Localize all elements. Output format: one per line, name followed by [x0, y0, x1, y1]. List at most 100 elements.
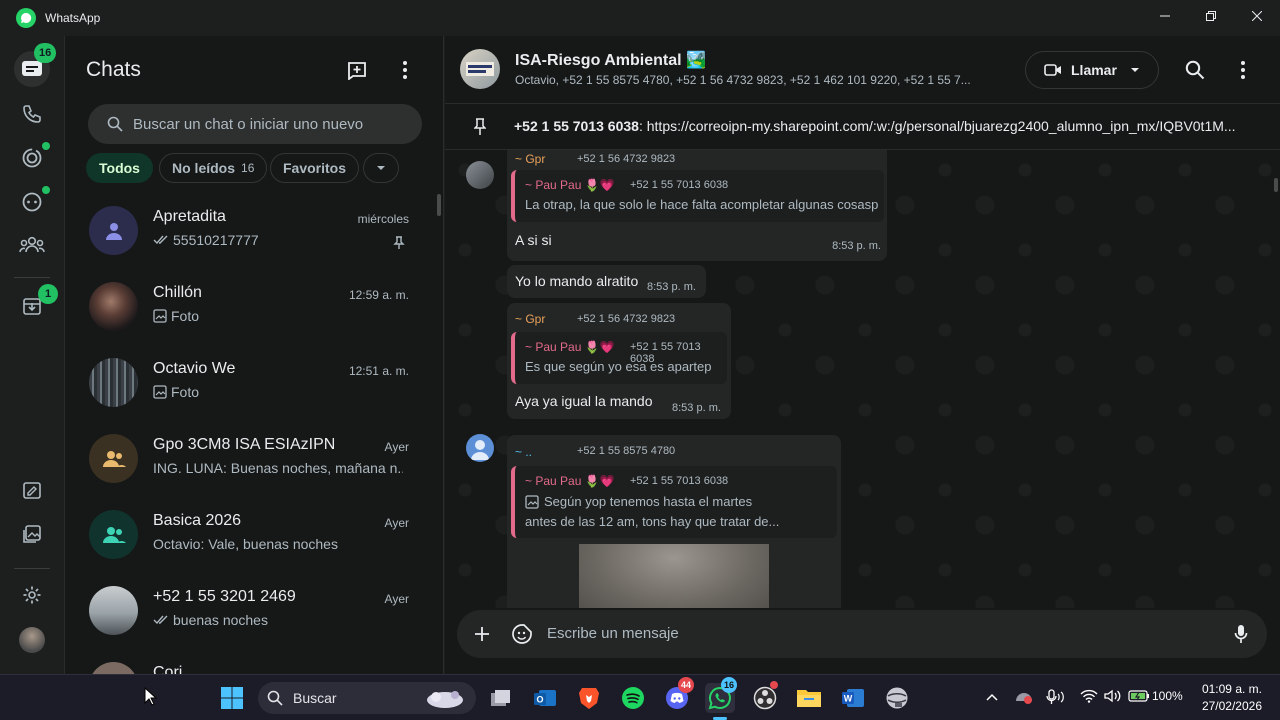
chat-item-phone-contact[interactable]: +52 1 55 3201 2469 Ayer buenas noches: [65, 572, 443, 648]
voice-message-button[interactable]: [1223, 616, 1259, 652]
filter-more-button[interactable]: [363, 153, 399, 183]
wifi-icon[interactable]: [1080, 689, 1098, 703]
spotify-taskbar-button[interactable]: [618, 683, 648, 713]
discord-taskbar-button[interactable]: 44: [662, 677, 695, 713]
battery-charging-icon[interactable]: [1128, 690, 1150, 702]
chat-preview-text: ING. LUNA: Buenas noches, mañana n...: [153, 460, 403, 476]
quoted-text: La otrap, la que solo le hace falta acom…: [525, 197, 879, 212]
call-label: Llamar: [1071, 62, 1117, 78]
chat-preview-text: Octavio: Vale, buenas noches: [153, 536, 338, 552]
calls-nav-button[interactable]: [14, 96, 50, 132]
clock-time: 01:09 a. m.: [1201, 682, 1262, 696]
chat-item-basica-2026[interactable]: Basica 2026 Ayer Octavio: Vale, buenas n…: [65, 496, 443, 572]
obs-icon: [753, 686, 777, 710]
obs-recording-dot: [770, 681, 778, 689]
search-chat-button[interactable]: [1177, 52, 1213, 88]
group-avatar: [460, 49, 500, 89]
message-bubble[interactable]: ~ .. +52 1 55 8575 4780 ~ Pau Pau 🌷💗 +52…: [507, 435, 841, 608]
new-chat-button[interactable]: [339, 52, 375, 88]
taskbar-clock[interactable]: 01:09 a. m. 27/02/2026: [1202, 681, 1262, 715]
filter-favorites[interactable]: Favoritos: [270, 153, 360, 183]
chat-list-scrollbar[interactable]: [437, 194, 441, 216]
channels-icon: [22, 192, 42, 212]
message-bubble[interactable]: ~ Gpr +52 1 56 4732 9823 ~ Pau Pau 🌷💗 +5…: [507, 150, 887, 261]
whatsapp-logo-icon: [16, 8, 36, 28]
whatsapp-taskbar-button[interactable]: 16: [705, 677, 738, 713]
status-nav-button[interactable]: [14, 140, 50, 176]
task-view-button[interactable]: [486, 683, 516, 713]
chat-name: Chillón: [153, 284, 202, 301]
menu-button[interactable]: [387, 52, 423, 88]
chat-preview-text: buenas noches: [173, 612, 268, 628]
app-title: WhatsApp: [45, 11, 101, 25]
call-button[interactable]: Llamar: [1025, 51, 1159, 89]
chats-unread-badge: 16: [34, 43, 57, 63]
conversation-menu-button[interactable]: [1225, 52, 1261, 88]
communities-nav-button[interactable]: [14, 227, 50, 263]
search-highlight-icon: [427, 691, 463, 708]
chat-name: +52 1 55 3201 2469: [153, 588, 296, 605]
filter-unread-label: No leídos: [172, 160, 236, 176]
profile-button[interactable]: [14, 622, 50, 658]
outlook-taskbar-button[interactable]: O: [530, 683, 560, 713]
word-taskbar-button[interactable]: W: [838, 683, 868, 713]
message-bubble[interactable]: ~ Gpr +52 1 56 4732 9823 ~ Pau Pau 🌷💗 +5…: [507, 303, 731, 419]
tray-app-icon[interactable]: [1014, 689, 1034, 705]
quoted-message[interactable]: ~ Pau Pau 🌷💗 +52 1 55 7013 6038 Según yo…: [511, 466, 837, 538]
close-button[interactable]: [1234, 0, 1280, 32]
search-icon: [267, 690, 283, 706]
file-explorer-taskbar-button[interactable]: [794, 683, 824, 713]
message-sender: ~ ..: [515, 445, 533, 459]
taskbar-search[interactable]: Buscar: [258, 682, 476, 714]
quoted-message[interactable]: ~ Pau Pau 🌷💗 +52 1 55 7013 6038 Es que s…: [511, 332, 727, 384]
chevron-up-icon[interactable]: [986, 693, 998, 701]
attach-button[interactable]: [464, 616, 500, 652]
chat-item-chillon[interactable]: Chillón 12:59 a. m. Foto: [65, 268, 443, 344]
chat-item-octavio[interactable]: Octavio We 12:51 a. m. Foto: [65, 344, 443, 420]
pin-icon: [474, 118, 486, 135]
message-bubble[interactable]: Yo lo mando alratito 8:53 p. m.: [507, 265, 706, 298]
volume-icon[interactable]: [1104, 689, 1122, 703]
filter-unread[interactable]: No leídos 16: [159, 153, 268, 183]
chats-nav-button[interactable]: 16: [14, 43, 57, 87]
brave-taskbar-button[interactable]: [574, 683, 604, 713]
quoted-text: Según yop tenemos hasta el martes: [525, 492, 752, 512]
chat-preview-text: Foto: [171, 308, 200, 324]
chat-preview: Foto: [153, 384, 403, 400]
message-image[interactable]: [579, 544, 769, 608]
video-call-icon: [1044, 64, 1061, 76]
emoji-sticker-button[interactable]: [504, 616, 540, 652]
starred-nav-button[interactable]: [14, 472, 50, 508]
microphone-tray-icon[interactable]: [1046, 689, 1066, 705]
minimize-button[interactable]: [1142, 0, 1188, 32]
conversation-header[interactable]: ISA-Riesgo Ambiental 🏞️ Octavio, +52 1 5…: [445, 36, 1280, 104]
message-composer[interactable]: Escribe un mensaje: [457, 610, 1267, 658]
quoted-text: Es que según yo esa es apartep: [525, 359, 712, 374]
start-button[interactable]: [217, 683, 247, 713]
quoted-message[interactable]: ~ Pau Pau 🌷💗 +52 1 55 7013 6038 La otrap…: [511, 170, 884, 222]
message-scrollbar[interactable]: [1274, 178, 1278, 192]
new-chat-icon: [348, 62, 366, 80]
chat-preview-text: 55510217777: [173, 232, 259, 248]
chat-list-title: Chats: [86, 58, 141, 81]
restore-button[interactable]: [1188, 0, 1234, 32]
pinned-message-bar[interactable]: +52 1 55 7013 6038: https://correoipn-my…: [445, 104, 1280, 150]
chat-item-cori[interactable]: Cori: [65, 648, 443, 674]
filter-all[interactable]: Todos: [86, 153, 153, 183]
obs-taskbar-button[interactable]: [750, 681, 780, 713]
media-nav-button[interactable]: [14, 516, 50, 552]
chat-item-apretadita[interactable]: Apretadita miércoles 55510217777: [65, 192, 443, 268]
photo-icon: [153, 309, 167, 323]
chat-name: Gpo 3CM8 ISA ESIAzIPN: [153, 436, 336, 453]
quoted-sender: ~ Pau Pau 🌷💗: [525, 474, 615, 488]
chat-item-gpo-3cm8[interactable]: Gpo 3CM8 ISA ESIAzIPN Ayer ING. LUNA: Bu…: [65, 420, 443, 496]
message-input[interactable]: Escribe un mensaje: [547, 625, 679, 642]
message-area[interactable]: ~ Gpr +52 1 56 4732 9823 ~ Pau Pau 🌷💗 +5…: [445, 150, 1280, 608]
archived-nav-button[interactable]: 1: [14, 284, 58, 324]
channels-nav-button[interactable]: [14, 184, 50, 220]
browser-taskbar-button[interactable]: [882, 683, 912, 713]
chat-search-input[interactable]: Buscar un chat o iniciar uno nuevo: [88, 104, 422, 144]
settings-button[interactable]: [14, 577, 50, 613]
task-view-icon: [491, 690, 510, 706]
edit-note-icon: [23, 482, 41, 499]
